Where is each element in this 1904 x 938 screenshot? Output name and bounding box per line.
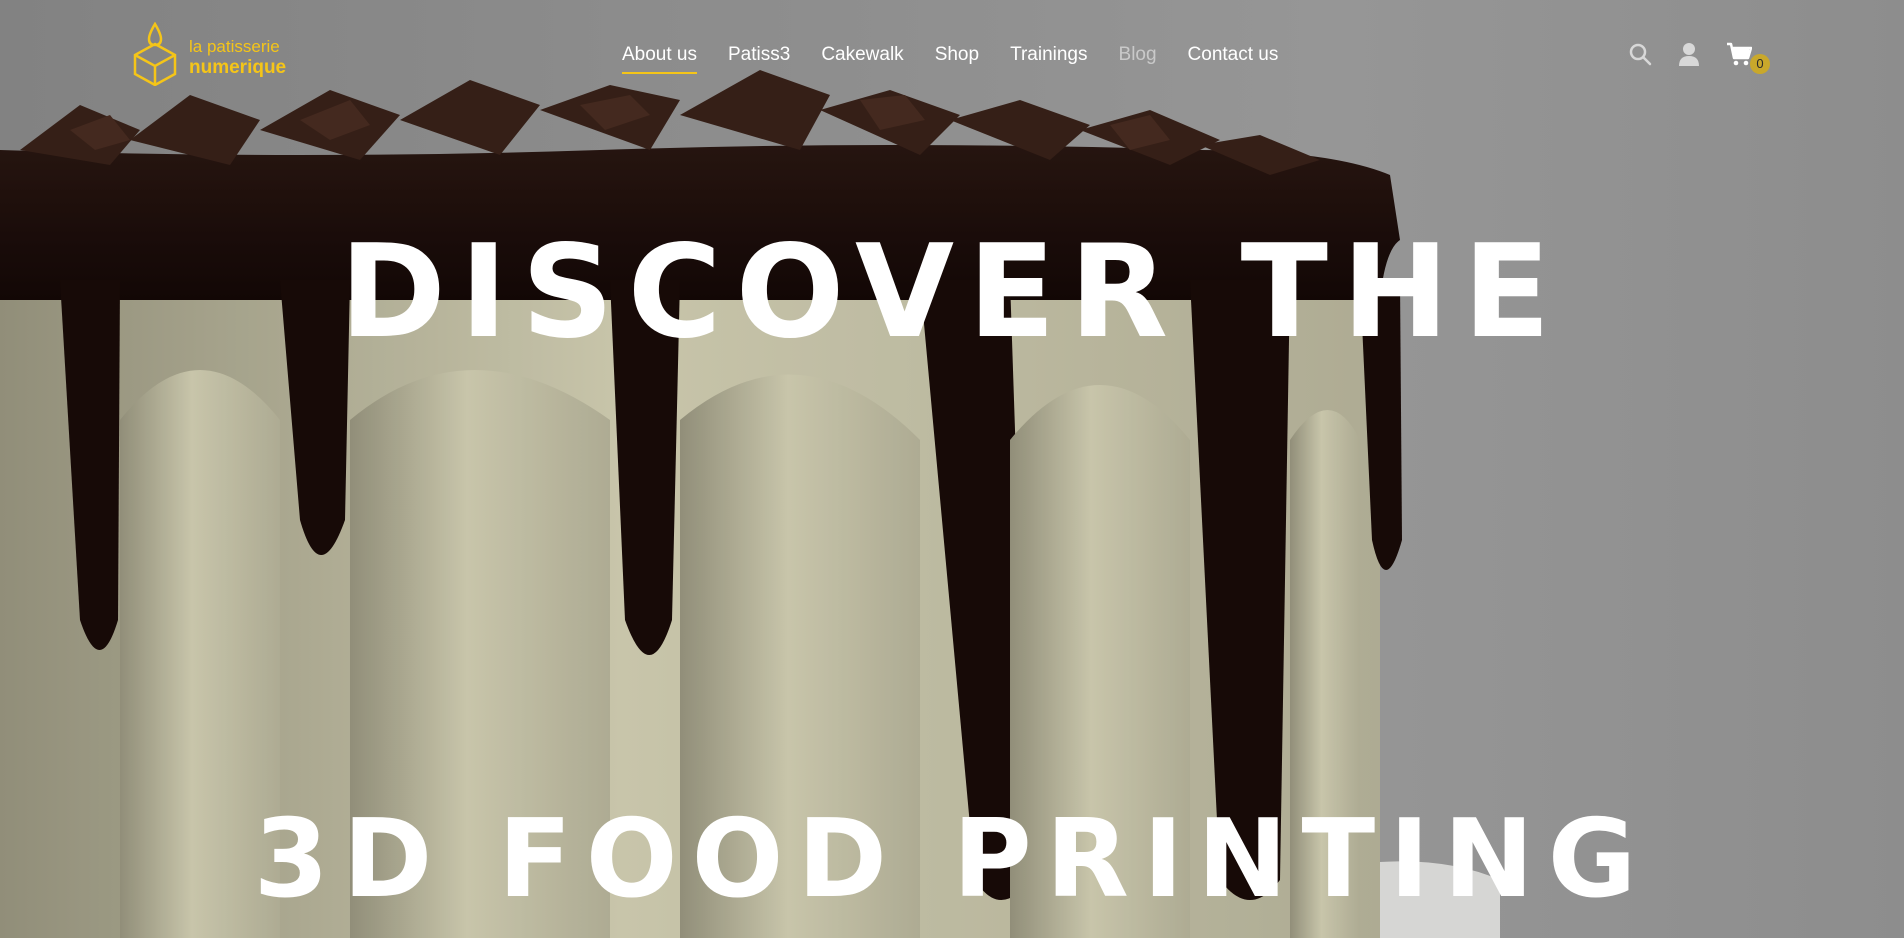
search-icon[interactable] (1628, 42, 1652, 71)
nav-cakewalk[interactable]: Cakewalk (821, 44, 903, 72)
nav-about-us[interactable]: About us (622, 44, 697, 74)
hero-headline-bottom: 3D FOOD PRINTING (253, 797, 1651, 922)
hero-headline-top: DISCOVER THE (339, 218, 1565, 367)
brand-logo[interactable]: la patisserie numerique (131, 21, 286, 91)
header-actions: 0 (1628, 42, 1770, 74)
nav-trainings[interactable]: Trainings (1010, 44, 1087, 72)
cube-logo-icon (131, 21, 179, 91)
brand-line-1: la patisserie (189, 36, 280, 56)
cart-button[interactable]: 0 (1726, 42, 1770, 74)
cart-icon (1727, 42, 1753, 66)
cart-count-badge: 0 (1750, 54, 1770, 74)
nav-patiss3[interactable]: Patiss3 (728, 44, 790, 72)
brand-line-2: numerique (189, 56, 287, 78)
brand-name: la patisserie numerique (189, 36, 286, 78)
nav-shop[interactable]: Shop (935, 44, 979, 72)
nav-blog[interactable]: Blog (1119, 44, 1157, 72)
main-nav: About us Patiss3 Cakewalk Shop Trainings… (622, 44, 1309, 74)
user-icon[interactable] (1678, 42, 1700, 71)
nav-contact-us[interactable]: Contact us (1188, 44, 1279, 72)
